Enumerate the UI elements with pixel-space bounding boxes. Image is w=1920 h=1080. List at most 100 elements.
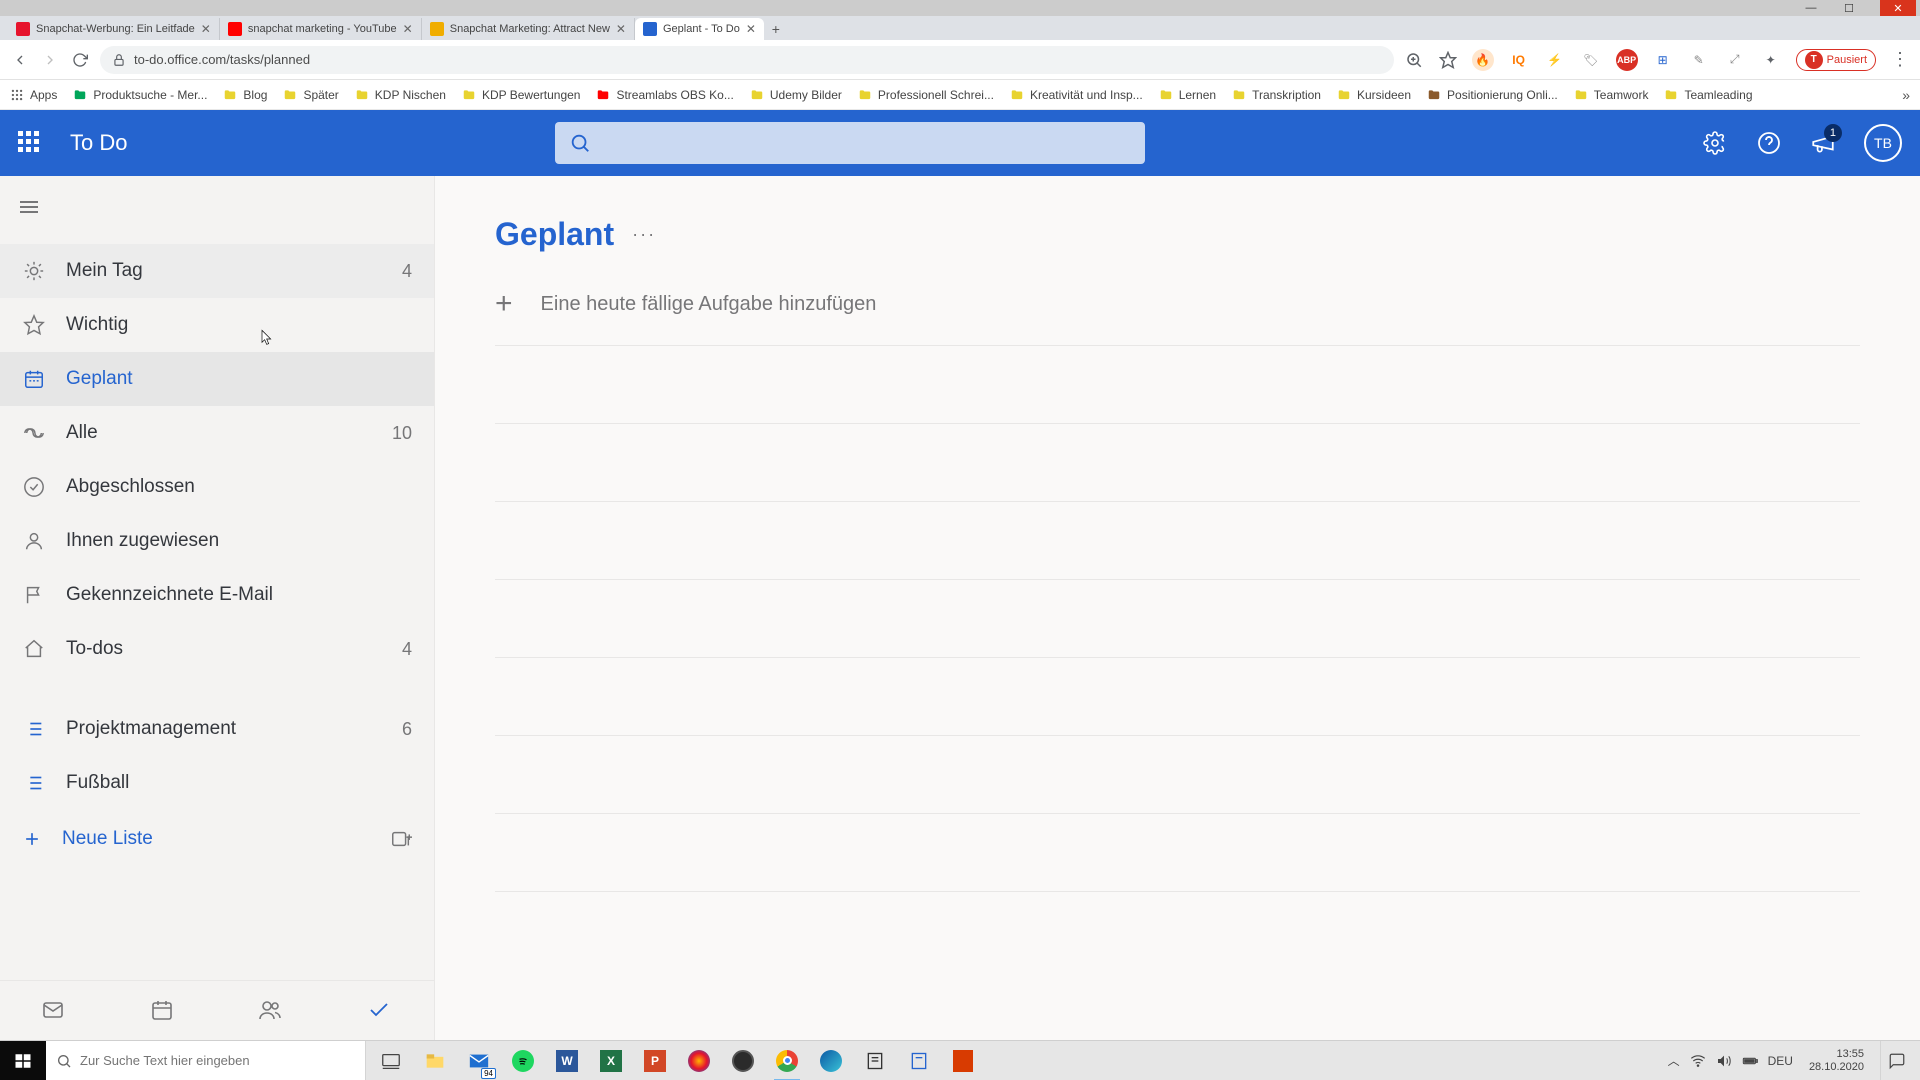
zoom-icon[interactable] [1404,50,1424,70]
list-options-button[interactable]: ··· [632,224,656,245]
bookmarks-overflow-button[interactable]: » [1902,87,1910,103]
new-tab-button[interactable]: + [764,18,788,40]
sidebar-item-mein-tag[interactable]: Mein Tag4 [0,244,434,298]
extension-icon[interactable]: IQ [1508,49,1530,71]
bookmark-item[interactable]: Transkription [1232,88,1321,102]
sidebar-item-to-dos[interactable]: To-dos4 [0,622,434,676]
bookmark-item[interactable]: Professionell Schrei... [858,88,994,102]
help-button[interactable] [1756,130,1782,156]
bookmark-item[interactable]: Positionierung Onli... [1427,88,1558,102]
new-group-button[interactable] [390,828,412,850]
bookmark-item[interactable]: Streamlabs OBS Ko... [596,88,733,102]
bookmark-item[interactable]: KDP Nischen [355,88,446,102]
start-button[interactable] [0,1041,46,1080]
taskbar-edge[interactable] [812,1041,850,1080]
search-input[interactable] [555,122,1145,164]
chrome-menu-button[interactable]: ⋮ [1890,50,1910,70]
add-task-row[interactable]: + Eine heute fällige Aufgabe hinzufügen [495,287,1860,346]
tray-language[interactable]: DEU [1768,1054,1793,1068]
bookmark-item[interactable]: Blog [223,88,267,102]
taskbar-explorer[interactable] [416,1041,454,1080]
action-center-button[interactable] [1880,1041,1912,1080]
browser-tab[interactable]: Snapchat-Werbung: Ein Leitfade✕ [8,18,220,40]
taskbar-powerpoint[interactable]: P [636,1041,674,1080]
bookmark-item[interactable]: Lernen [1159,88,1216,102]
app-launcher-button[interactable] [18,131,42,155]
back-button[interactable] [10,50,30,70]
extension-icon[interactable]: ABP [1616,49,1638,71]
window-maximize-button[interactable]: ☐ [1842,1,1856,15]
extensions-menu-icon[interactable]: ✦ [1760,49,1782,71]
taskbar-excel[interactable]: X [592,1041,630,1080]
window-minimize-button[interactable]: — [1804,1,1818,15]
calendar-app-button[interactable] [150,998,176,1024]
taskbar-office[interactable] [944,1041,982,1080]
bookmark-item[interactable]: KDP Bewertungen [462,88,581,102]
close-tab-button[interactable]: ✕ [201,22,211,36]
browser-tab[interactable]: Snapchat Marketing: Attract New✕ [422,18,635,40]
wifi-icon[interactable] [1690,1053,1706,1069]
address-bar[interactable]: to-do.office.com/tasks/planned [100,46,1394,74]
volume-icon[interactable] [1716,1053,1732,1069]
close-tab-button[interactable]: ✕ [746,22,756,36]
taskbar-obs[interactable] [724,1041,762,1080]
bookmark-item[interactable]: Teamwork [1574,88,1649,102]
taskbar-mail[interactable]: 94 [460,1041,498,1080]
settings-button[interactable] [1702,130,1728,156]
taskbar-app[interactable] [680,1041,718,1080]
sidebar-list-projektmanagement[interactable]: Projektmanagement6 [0,702,434,756]
app-body: Mein Tag4WichtigGeplantAlle10Abgeschloss… [0,176,1920,1040]
extension-icon[interactable]: ⤢ [1724,49,1746,71]
account-avatar[interactable]: TB [1864,124,1902,162]
extension-icon[interactable]: ⚡ [1544,49,1566,71]
bookmark-item[interactable]: Später [283,88,338,102]
bookmark-item[interactable]: Apps [10,88,57,102]
system-tray: ︿ DEU 13:55 28.10.2020 [1660,1041,1920,1080]
windows-search[interactable] [46,1041,366,1080]
bookmark-item[interactable]: Produktsuche - Mer... [73,88,207,102]
close-tab-button[interactable]: ✕ [403,22,413,36]
browser-tab[interactable]: Geplant - To Do✕ [635,18,764,40]
reload-button[interactable] [70,50,90,70]
tray-overflow-button[interactable]: ︿ [1668,1052,1680,1069]
extension-icon[interactable]: ✎ [1688,49,1710,71]
taskbar-app[interactable] [900,1041,938,1080]
bookmark-item[interactable]: Teamleading [1664,88,1752,102]
task-view-button[interactable] [372,1041,410,1080]
extension-icon[interactable]: 🏷 [1580,49,1602,71]
favorite-star-icon[interactable] [1438,50,1458,70]
mail-app-button[interactable] [41,998,67,1024]
extension-icon[interactable]: 🔥 [1472,49,1494,71]
sidebar-toggle-button[interactable] [0,176,434,238]
people-app-button[interactable] [258,998,284,1024]
battery-icon[interactable] [1742,1053,1758,1069]
tray-clock[interactable]: 13:55 28.10.2020 [1803,1048,1870,1072]
sidebar-item-abgeschlossen[interactable]: Abgeschlossen [0,460,434,514]
bookmark-item[interactable]: Kursideen [1337,88,1411,102]
browser-tab[interactable]: snapchat marketing - YouTube✕ [220,18,422,40]
profile-paused-badge[interactable]: T Pausiert [1796,49,1876,71]
sidebar-item-alle[interactable]: Alle10 [0,406,434,460]
taskbar-spotify[interactable] [504,1041,542,1080]
bookmark-item[interactable]: Udemy Bilder [750,88,842,102]
sidebar-item-gekennzeichnete-e-mail[interactable]: Gekennzeichnete E-Mail [0,568,434,622]
folder-icon [1427,88,1441,102]
new-list-button[interactable]: Neue Liste [0,814,434,864]
main-content: Geplant ··· + Eine heute fällige Aufgabe… [435,176,1920,1040]
taskbar-word[interactable]: W [548,1041,586,1080]
sidebar-item-geplant[interactable]: Geplant [0,352,434,406]
bookmark-item[interactable]: Kreativität und Insp... [1010,88,1143,102]
window-close-button[interactable]: ✕ [1880,0,1916,16]
todo-app-button[interactable] [367,998,393,1024]
sidebar-item-wichtig[interactable]: Wichtig [0,298,434,352]
extension-icon[interactable]: ⊞ [1652,49,1674,71]
forward-button[interactable] [40,50,60,70]
taskbar-chrome[interactable] [768,1041,806,1080]
sidebar-list-fußball[interactable]: Fußball [0,756,434,810]
announcements-button[interactable]: 1 [1810,130,1836,156]
close-tab-button[interactable]: ✕ [616,22,626,36]
sidebar-item-ihnen-zugewiesen[interactable]: Ihnen zugewiesen [0,514,434,568]
windows-search-input[interactable] [80,1053,355,1068]
bookmark-label: Teamleading [1684,88,1752,102]
taskbar-app[interactable] [856,1041,894,1080]
